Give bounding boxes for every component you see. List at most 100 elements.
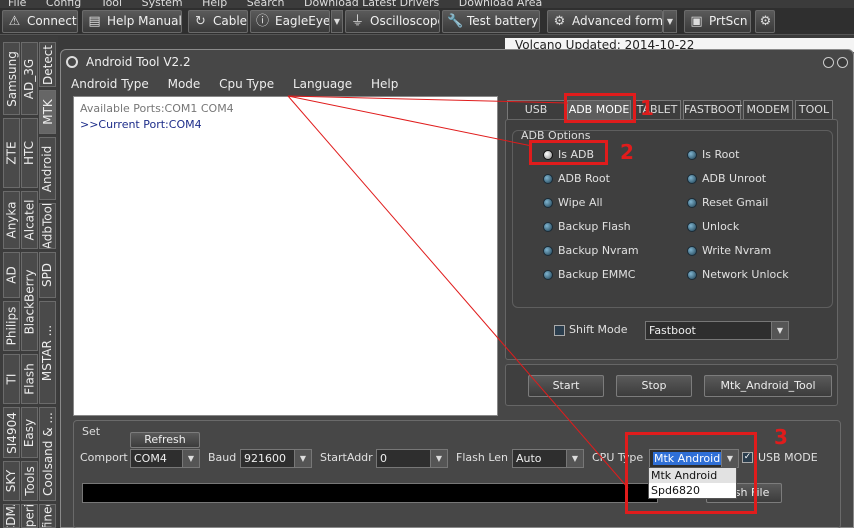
startaddr-select[interactable]: 0 ▼ [376, 449, 448, 468]
window-title: Android Tool V2.2 [86, 55, 191, 69]
annotation-box-adb-mode [564, 93, 636, 123]
tab-modem[interactable]: MODEM [743, 100, 793, 120]
side-tab-mstar[interactable]: MSTAR ... [39, 301, 56, 404]
warning-icon: ⚠ [8, 14, 21, 29]
port-log-box[interactable]: Available Ports:COM1 COM4 >>Current Port… [73, 96, 498, 416]
side-tab-infineon[interactable]: Infineon [39, 504, 56, 528]
side-tab-coolsand[interactable]: Coolsand & ... [39, 407, 56, 501]
flashlen-select[interactable]: Auto ▼ [512, 449, 584, 468]
chevron-down-icon: ▼ [430, 450, 447, 467]
mtk-android-tool-button[interactable]: Mtk_Android_Tool [704, 375, 832, 397]
menu-search[interactable]: Search [247, 0, 285, 8]
menu-file[interactable]: File [8, 0, 26, 8]
side-tab-zte[interactable]: ZTE [3, 118, 20, 188]
side-tab-adbtool[interactable]: AdbTool [39, 203, 56, 249]
flash-file-path-field[interactable] [82, 483, 658, 503]
tab-fastboot[interactable]: FASTBOOT [683, 100, 742, 120]
radio-is-root[interactable]: Is Root [685, 147, 739, 163]
side-tab-strip: Samsung ZTE Anyka AD Philips TI SI4904 S… [0, 36, 58, 528]
advanced-form-dropdown-arrow[interactable]: ▼ [663, 10, 677, 33]
menu-config[interactable]: Config [46, 0, 81, 8]
refresh-icon: ↻ [195, 14, 206, 29]
comport-select[interactable]: COM4 ▼ [130, 449, 200, 468]
tab-usb-mode[interactable]: USB MODE [507, 100, 565, 134]
menu-help[interactable]: Help [202, 0, 227, 8]
menu-android-type[interactable]: Android Type [71, 77, 149, 91]
radio-write-nvram[interactable]: Write Nvram [685, 243, 771, 259]
side-tab-flash[interactable]: Flash [21, 354, 38, 404]
radio-backup-nvram[interactable]: Backup Nvram [541, 243, 639, 259]
side-tab-si4904[interactable]: SI4904 [3, 407, 20, 458]
menu-tool[interactable]: Tool [101, 0, 122, 8]
menu-system[interactable]: System [142, 0, 183, 8]
oscilloscope-button[interactable]: ⏚ Oscilloscope [345, 10, 440, 33]
side-tab-ad[interactable]: AD [3, 252, 20, 298]
menu-cpu-type[interactable]: Cpu Type [219, 77, 274, 91]
close-button[interactable] [837, 57, 848, 68]
side-tab-xperia[interactable]: Xperia [21, 504, 38, 528]
menu-download-drivers[interactable]: Download Latest Drivers [304, 0, 439, 8]
annotation-number-3: 3 [774, 425, 788, 449]
settings-button[interactable]: ⚙ [755, 10, 775, 33]
mode-tabs: USB MODE ADB MODE TABLET FASTBOOT MODEM … [507, 100, 835, 134]
menu-mode[interactable]: Mode [168, 77, 201, 91]
top-menu-bar: File Config Tool System Help Search Down… [0, 0, 854, 8]
toolbar: ⚠ Connect ▤ Help Manuals ↻ Cable ⓘ EagleEye … [0, 8, 854, 35]
shift-mode-select[interactable]: Fastboot ▼ [645, 321, 789, 340]
tab-tool[interactable]: TOOL [795, 100, 833, 120]
side-tab-anyka[interactable]: Anyka [3, 191, 20, 249]
radio-backup-flash[interactable]: Backup Flash [541, 219, 631, 235]
plug-icon: ⏚ [350, 14, 364, 29]
annotation-box-cputype [625, 432, 757, 514]
radio-unlock[interactable]: Unlock [685, 219, 739, 235]
side-tab-alcatel[interactable]: Alcatel [21, 191, 38, 249]
test-battery-button[interactable]: 🔧 Test battery [442, 10, 540, 33]
radio-icon [543, 270, 553, 280]
radio-backup-emmc[interactable]: Backup EMMC [541, 267, 635, 283]
help-manuals-button[interactable]: ▤ Help Manuals [82, 10, 182, 33]
advanced-form-button[interactable]: ⚙ Advanced form [547, 10, 663, 33]
radio-adb-root[interactable]: ADB Root [541, 171, 610, 187]
side-tab-spd[interactable]: SPD [39, 252, 56, 298]
side-tab-easy[interactable]: Easy [21, 407, 38, 458]
startaddr-label: StartAddr [320, 451, 373, 464]
side-tab-sky[interactable]: SKY [3, 461, 20, 501]
baud-select[interactable]: 921600 ▼ [240, 449, 312, 468]
stop-button[interactable]: Stop [616, 375, 692, 397]
usb-mode-label: USB MODE [758, 451, 818, 464]
radio-adb-unroot[interactable]: ADB Unroot [685, 171, 766, 187]
prtscn-button[interactable]: ▣ PrtScn [684, 10, 751, 33]
side-tab-mtk[interactable]: MTK [39, 90, 56, 134]
side-tab-tools[interactable]: Tools [21, 461, 38, 501]
side-tab-detect[interactable]: Detect [39, 42, 56, 87]
radio-icon [543, 198, 553, 208]
gear-icon: ⚙ [553, 14, 566, 29]
cable-button[interactable]: ↻ Cable [188, 10, 248, 33]
eagleeye-dropdown-arrow[interactable]: ▼ [331, 10, 343, 33]
minimize-button[interactable] [823, 57, 834, 68]
side-tab-philips[interactable]: Philips [3, 301, 20, 351]
eagleeye-button[interactable]: ⓘ EagleEye [250, 10, 330, 33]
start-button[interactable]: Start [528, 375, 604, 397]
side-tab-cdma[interactable]: CDMA [3, 504, 20, 528]
menu-window-help[interactable]: Help [371, 77, 398, 91]
chevron-down-icon: ▼ [771, 322, 788, 339]
side-tab-samsung[interactable]: Samsung [3, 42, 20, 115]
side-tab-blackberry[interactable]: BlackBerry [21, 252, 38, 351]
shift-mode-checkbox[interactable] [554, 325, 565, 336]
connect-button[interactable]: ⚠ Connect [2, 10, 78, 33]
side-tab-ti[interactable]: TI [3, 354, 20, 404]
refresh-button[interactable]: Refresh [130, 432, 200, 448]
radio-network-unlock[interactable]: Network Unlock [685, 267, 789, 283]
side-tab-android[interactable]: Android [39, 137, 56, 200]
radio-reset-gmail[interactable]: Reset Gmail [685, 195, 768, 211]
radio-wipe-all[interactable]: Wipe All [541, 195, 603, 211]
menu-language[interactable]: Language [293, 77, 352, 91]
menu-download-area[interactable]: Download Area [459, 0, 543, 8]
radio-icon [543, 174, 553, 184]
screenshot-icon: ▣ [690, 14, 703, 29]
annotation-box-is-adb [529, 140, 608, 165]
radio-icon [687, 270, 697, 280]
side-tab-htc[interactable]: HTC [21, 118, 38, 188]
side-tab-ad-3g[interactable]: AD_3G [21, 42, 38, 115]
